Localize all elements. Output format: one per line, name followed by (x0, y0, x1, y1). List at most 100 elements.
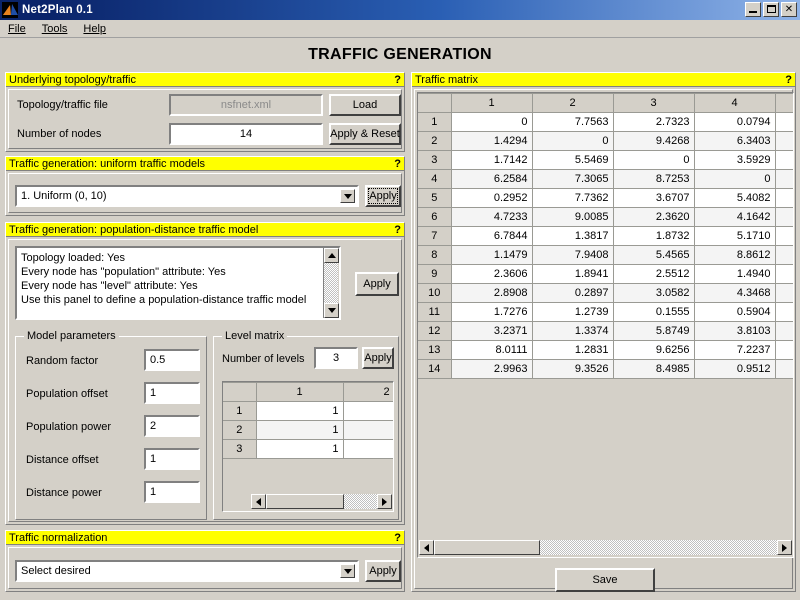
table-cell[interactable]: 2.5512 (613, 264, 695, 284)
chevron-down-icon[interactable] (340, 564, 355, 578)
table-cell[interactable]: 1.7276 (451, 302, 533, 322)
scroll-left-icon[interactable] (419, 540, 434, 555)
traffic-matrix-viewport[interactable]: 12345107.75632.73230.07946.21.429409.426… (418, 93, 793, 557)
status-vertical-scrollbar[interactable] (323, 248, 339, 318)
table-cell[interactable]: 0 (532, 131, 614, 151)
maximize-button[interactable] (763, 2, 779, 17)
table-cell[interactable]: 2.7323 (613, 112, 695, 132)
table-cell[interactable]: 7.7362 (532, 188, 614, 208)
table-cell[interactable]: 2.3606 (451, 264, 533, 284)
table-cell[interactable]: 0. (775, 359, 793, 379)
normalization-apply-button[interactable]: Apply (365, 560, 401, 582)
number-of-nodes-field[interactable]: 14 (169, 123, 323, 145)
table-cell[interactable]: 0. (775, 207, 793, 227)
table-cell[interactable]: 5.4565 (613, 245, 695, 265)
normalization-select[interactable]: Select desired (15, 560, 359, 582)
table-cell[interactable]: 4.1642 (694, 207, 776, 227)
table-cell[interactable]: 6.2584 (451, 169, 533, 189)
row-header[interactable]: 1 (418, 112, 452, 132)
table-cell[interactable]: 1. (775, 169, 793, 189)
table-cell[interactable]: 4.3468 (694, 283, 776, 303)
help-icon[interactable]: ? (394, 532, 401, 544)
load-button[interactable]: Load (329, 94, 401, 116)
table-cell[interactable]: 1 (343, 401, 393, 421)
table-cell[interactable]: 6.3403 (694, 131, 776, 151)
scrollbar-thumb[interactable] (434, 540, 540, 555)
scroll-down-icon[interactable] (324, 303, 339, 318)
table-cell[interactable]: 1.4940 (694, 264, 776, 284)
table-cell[interactable]: 7.3065 (532, 169, 614, 189)
table-cell[interactable]: 1.1479 (451, 245, 533, 265)
table-cell[interactable]: 3.0582 (613, 283, 695, 303)
column-header[interactable]: 1 (256, 382, 344, 402)
table-cell[interactable]: 1 (343, 439, 393, 459)
table-cell[interactable]: 0.9512 (694, 359, 776, 379)
population-offset-input[interactable]: 1 (144, 382, 200, 404)
row-header[interactable]: 12 (418, 321, 452, 341)
table-cell[interactable]: 8.8612 (694, 245, 776, 265)
row-header[interactable]: 5 (418, 188, 452, 208)
help-icon[interactable]: ? (785, 74, 792, 86)
traffic-matrix-table[interactable]: 12345107.75632.73230.07946.21.429409.426… (418, 93, 793, 379)
help-icon[interactable]: ? (394, 74, 401, 86)
row-header[interactable]: 6 (418, 207, 452, 227)
table-cell[interactable]: 8.4985 (613, 359, 695, 379)
table-cell[interactable]: 0.5904 (694, 302, 776, 322)
table-cell[interactable]: 3.8103 (694, 321, 776, 341)
table-cell[interactable]: 7.9408 (532, 245, 614, 265)
table-cell[interactable]: 1.8732 (613, 226, 695, 246)
column-header[interactable]: 4 (694, 93, 776, 113)
column-header[interactable]: 2 (532, 93, 614, 113)
table-cell[interactable]: 1.2831 (532, 340, 614, 360)
table-cell[interactable]: 1 (256, 401, 344, 421)
scroll-right-icon[interactable] (777, 540, 792, 555)
table-cell[interactable] (775, 188, 793, 208)
table-cell[interactable]: 0.1555 (613, 302, 695, 322)
table-cell[interactable]: 8.0111 (451, 340, 533, 360)
row-header[interactable]: 14 (418, 359, 452, 379)
level-matrix-hscrollbar[interactable] (251, 494, 392, 510)
table-cell[interactable]: 9.4268 (613, 131, 695, 151)
table-cell[interactable]: 5.1710 (694, 226, 776, 246)
row-header[interactable]: 13 (418, 340, 452, 360)
population-power-input[interactable]: 2 (144, 415, 200, 437)
table-cell[interactable]: 5. (775, 150, 793, 170)
table-cell[interactable]: 1.7142 (451, 150, 533, 170)
table-cell[interactable]: 7.7563 (532, 112, 614, 132)
uniform-apply-button[interactable]: Apply (365, 185, 401, 207)
table-cell[interactable]: 1 (343, 420, 393, 440)
topology-file-field[interactable]: nsfnet.xml (169, 94, 323, 116)
table-cell[interactable]: 1.3374 (532, 321, 614, 341)
table-cell[interactable]: 0 (451, 112, 533, 132)
table-cell[interactable]: 1.3817 (532, 226, 614, 246)
table-cell[interactable]: 1.8941 (532, 264, 614, 284)
row-header[interactable]: 9 (418, 264, 452, 284)
table-cell[interactable]: 6. (775, 112, 793, 132)
column-header[interactable]: 5 (775, 93, 793, 113)
row-header[interactable]: 7 (418, 226, 452, 246)
scrollbar-thumb[interactable] (266, 494, 344, 509)
traffic-matrix-hscrollbar[interactable] (419, 540, 792, 556)
row-header[interactable]: 11 (418, 302, 452, 322)
row-header[interactable]: 10 (418, 283, 452, 303)
table-cell[interactable]: 9.6256 (613, 340, 695, 360)
table-cell[interactable]: 1 (256, 420, 344, 440)
minimize-button[interactable] (745, 2, 761, 17)
table-cell[interactable]: 2. (775, 226, 793, 246)
scroll-right-icon[interactable] (377, 494, 392, 509)
distance-offset-input[interactable]: 1 (144, 448, 200, 470)
save-button[interactable]: Save (555, 568, 655, 592)
table-cell[interactable]: 1.2739 (532, 302, 614, 322)
table-cell[interactable]: 1 (256, 439, 344, 459)
row-header[interactable]: 4 (418, 169, 452, 189)
table-cell[interactable]: 2. (775, 131, 793, 151)
table-cell[interactable]: 2.9963 (451, 359, 533, 379)
table-cell[interactable]: 0 (613, 150, 695, 170)
table-cell[interactable]: 3.5929 (694, 150, 776, 170)
row-header[interactable]: 3 (223, 439, 257, 459)
apply-reset-button[interactable]: Apply & Reset (329, 123, 401, 145)
column-header[interactable]: 2 (343, 382, 393, 402)
menu-file[interactable]: File (0, 22, 34, 36)
scroll-up-icon[interactable] (324, 248, 339, 263)
scroll-left-icon[interactable] (251, 494, 266, 509)
